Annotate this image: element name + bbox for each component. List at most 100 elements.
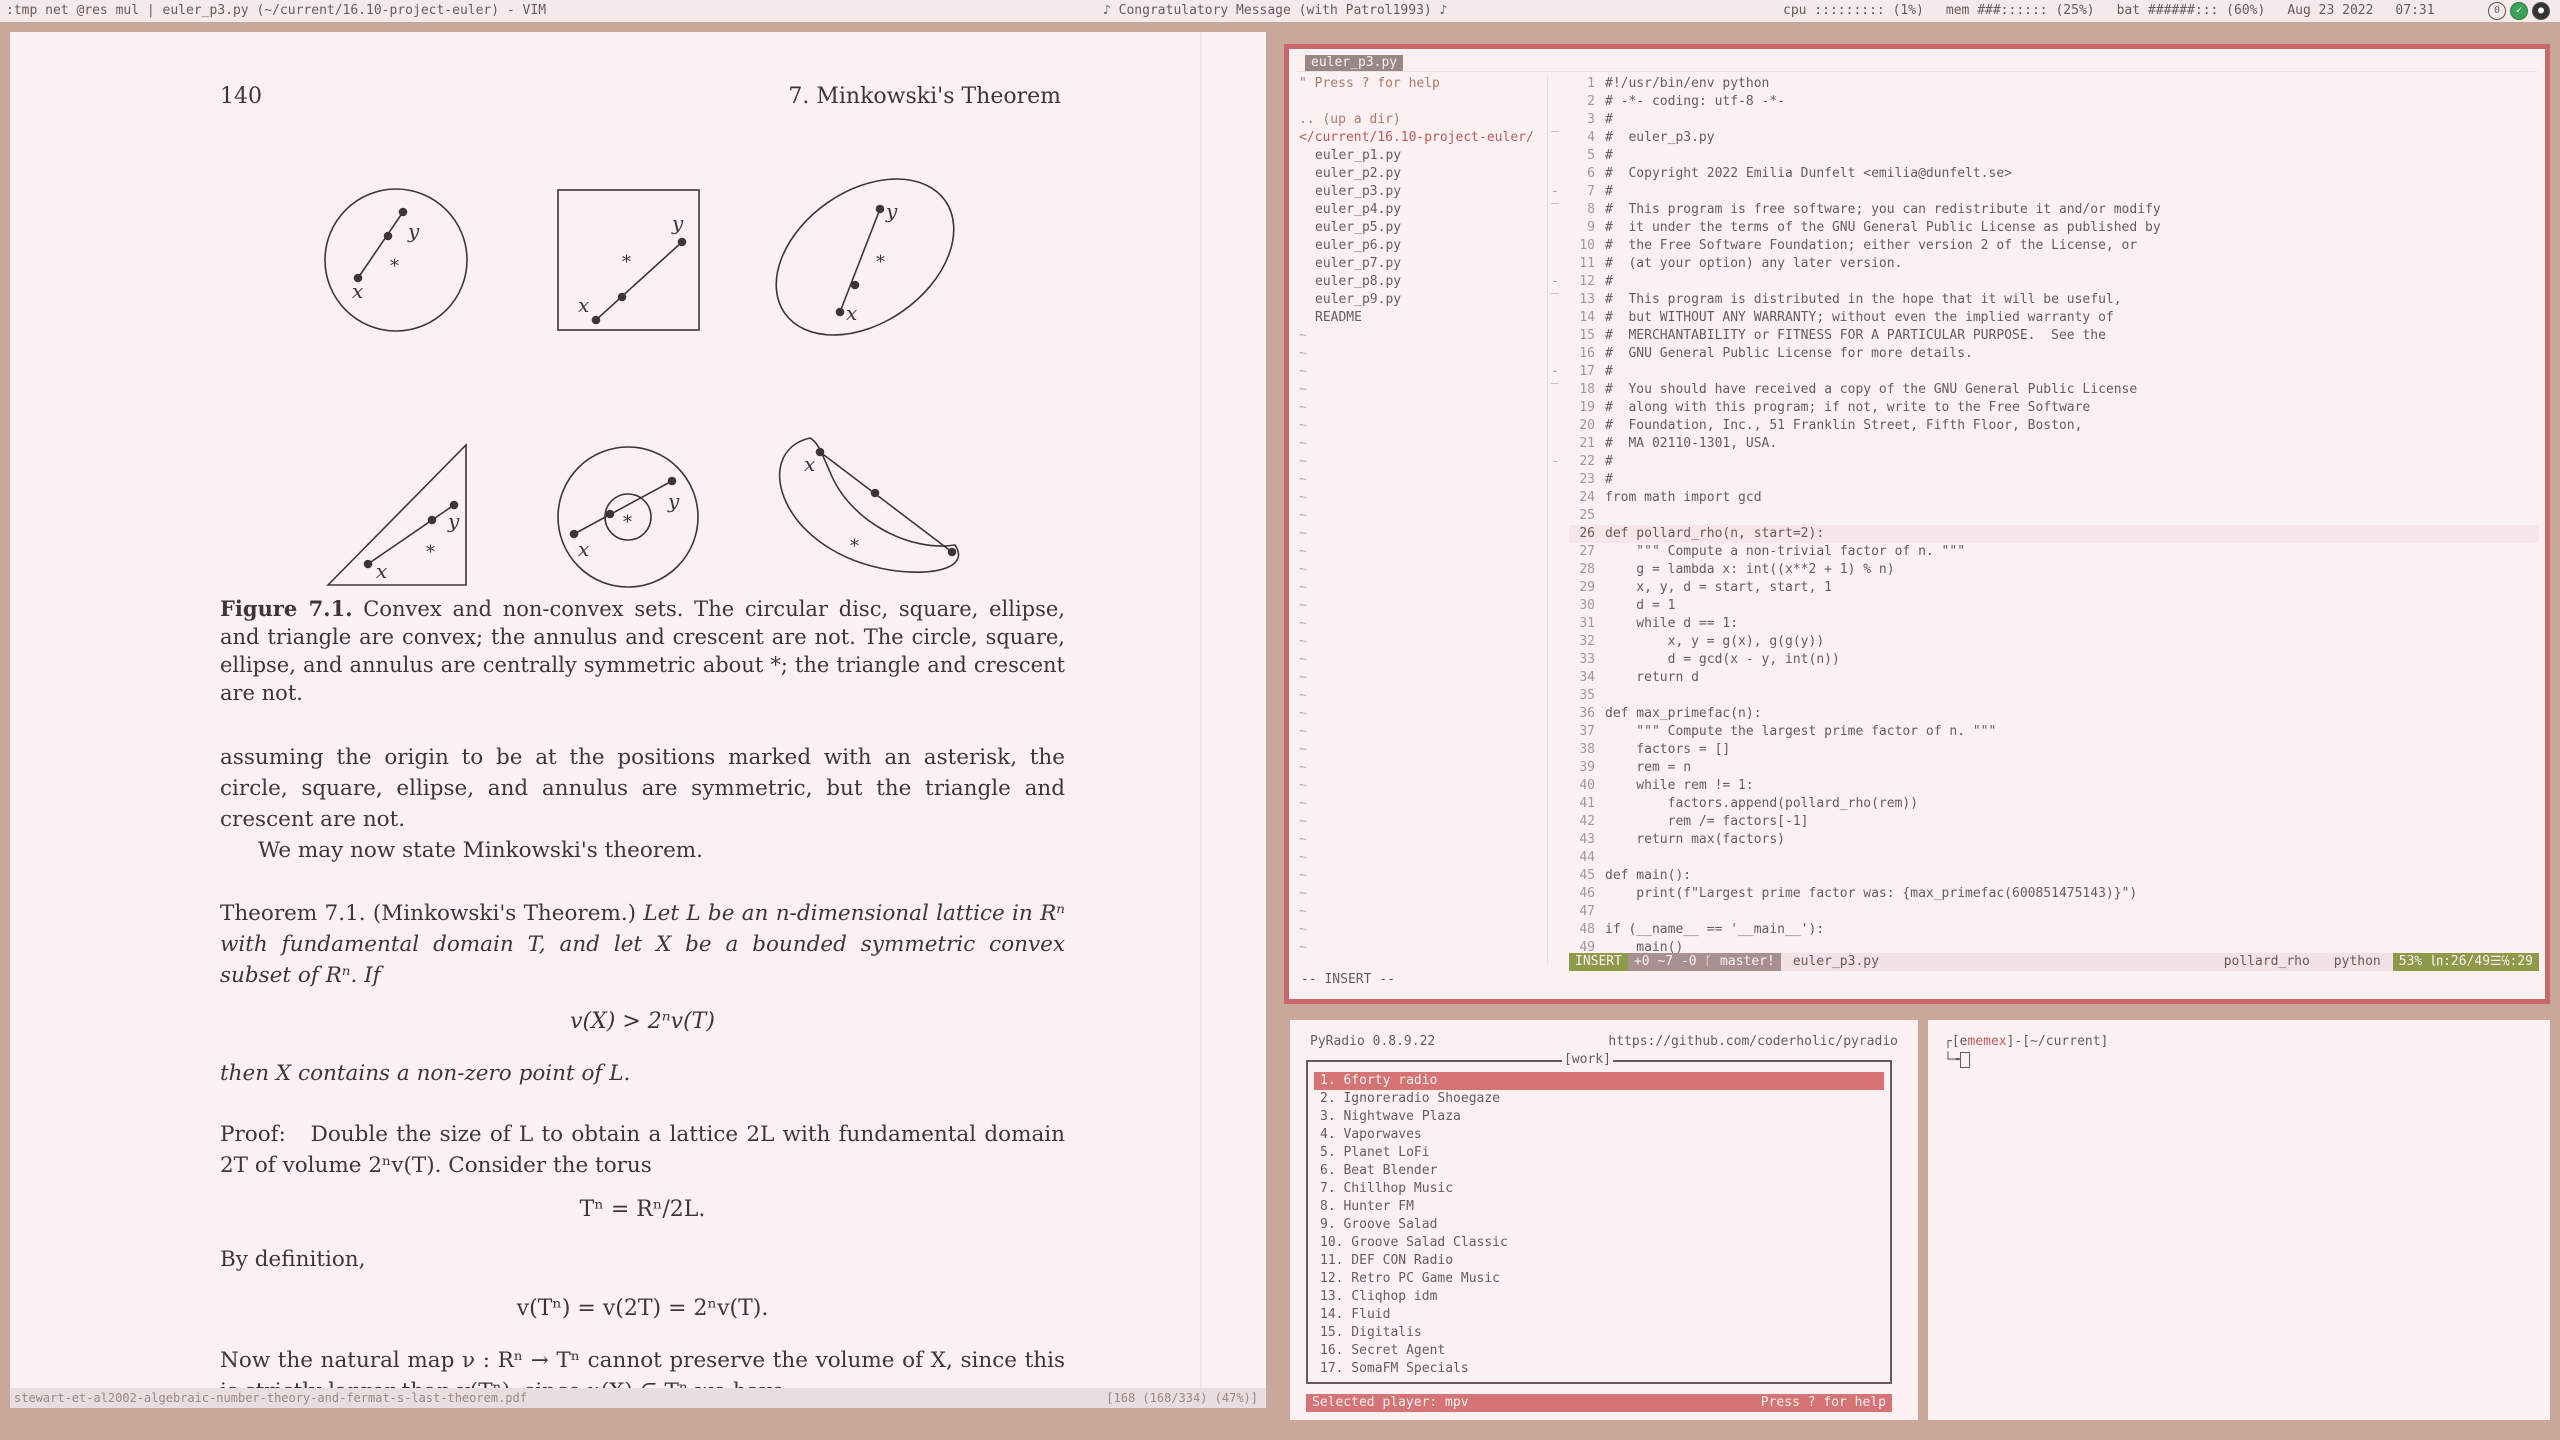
- code-line[interactable]: 37 """ Compute the largest prime factor …: [1569, 723, 2539, 741]
- code-line[interactable]: 4 # euler_p3.py: [1569, 129, 2539, 147]
- station-item[interactable]: 10. Groove Salad Classic: [1314, 1234, 1884, 1252]
- code-line[interactable]: 36 def max_primefac(n):: [1569, 705, 2539, 723]
- code-line[interactable]: 17 #: [1569, 363, 2539, 381]
- code-line[interactable]: 11 # (at your option) any later version.: [1569, 255, 2539, 273]
- shell-input-line[interactable]: └╼: [1944, 1052, 1970, 1068]
- code-line[interactable]: 1 #!/usr/bin/env python: [1569, 75, 2539, 93]
- station-item[interactable]: 16. Secret Agent: [1314, 1342, 1884, 1360]
- code-line[interactable]: 48 if (__name__ == '__main__'):: [1569, 921, 2539, 939]
- line-text: x, y, d = start, start, 1: [1605, 580, 1832, 595]
- tree-file-item[interactable]: euler_p8.py: [1299, 273, 1549, 291]
- code-line[interactable]: 7 #: [1569, 183, 2539, 201]
- code-line[interactable]: 40 while rem != 1:: [1569, 777, 2539, 795]
- code-line[interactable]: 41 factors.append(pollard_rho(rem)): [1569, 795, 2539, 813]
- svg-text:x: x: [804, 452, 815, 476]
- pyradio-window[interactable]: PyRadio 0.8.9.22 https://github.com/code…: [1290, 1020, 1918, 1420]
- code-line[interactable]: 12 #: [1569, 273, 2539, 291]
- tree-file-item[interactable]: euler_p1.py: [1299, 147, 1549, 165]
- code-line[interactable]: 42 rem /= factors[-1]: [1569, 813, 2539, 831]
- code-line[interactable]: 35: [1569, 687, 2539, 705]
- tree-file-item[interactable]: README: [1299, 309, 1549, 327]
- empty-line-marker: ~: [1299, 562, 1307, 577]
- code-line[interactable]: 43 return max(factors): [1569, 831, 2539, 849]
- code-line[interactable]: 46 print(f"Largest prime factor was: {ma…: [1569, 885, 2539, 903]
- code-line[interactable]: 33 d = gcd(x - y, int(n)): [1569, 651, 2539, 669]
- station-item[interactable]: 2. Ignoreradio Shoegaze: [1314, 1090, 1884, 1108]
- station-item[interactable]: 11. DEF CON Radio: [1314, 1252, 1884, 1270]
- code-line[interactable]: 47: [1569, 903, 2539, 921]
- station-item[interactable]: 7. Chillhop Music: [1314, 1180, 1884, 1198]
- station-item[interactable]: 13. Cliqhop idm: [1314, 1288, 1884, 1306]
- code-line[interactable]: 28 g = lambda x: int((x**2 + 1) % n): [1569, 561, 2539, 579]
- code-line[interactable]: 34 return d: [1569, 669, 2539, 687]
- code-line[interactable]: 2 # -*- coding: utf-8 -*-: [1569, 93, 2539, 111]
- code-line[interactable]: 24 from math import gcd: [1569, 489, 2539, 507]
- code-line[interactable]: 29 x, y, d = start, start, 1: [1569, 579, 2539, 597]
- station-item[interactable]: 8. Hunter FM: [1314, 1198, 1884, 1216]
- tree-file-item[interactable]: euler_p4.py: [1299, 201, 1549, 219]
- check-icon[interactable]: ✓: [2510, 2, 2528, 20]
- code-line[interactable]: 18 # You should have received a copy of t…: [1569, 381, 2539, 399]
- circle-icon[interactable]: 0: [2488, 2, 2506, 20]
- code-line[interactable]: 13 # This program is distributed in the h…: [1569, 291, 2539, 309]
- station-item[interactable]: 3. Nightwave Plaza: [1314, 1108, 1884, 1126]
- code-line[interactable]: 38 factors = []: [1569, 741, 2539, 759]
- tab-euler-p3[interactable]: euler_p3.py: [1305, 55, 1404, 71]
- code-line[interactable]: 14 # but WITHOUT ANY WARRANTY; without ev…: [1569, 309, 2539, 327]
- time-display: 07:31: [2395, 3, 2435, 18]
- code-line[interactable]: 15 # MERCHANTABILITY or FITNESS FOR A PAR…: [1569, 327, 2539, 345]
- command-line[interactable]: -- INSERT --: [1301, 971, 1395, 989]
- fold-marker: [1551, 723, 1565, 741]
- tree-file-item[interactable]: euler_p9.py: [1299, 291, 1549, 309]
- code-line[interactable]: 25: [1569, 507, 2539, 525]
- code-line[interactable]: 44: [1569, 849, 2539, 867]
- code-line[interactable]: 19 # along with this program; if not, wri…: [1569, 399, 2539, 417]
- code-line[interactable]: 32 x, y = g(x), g(g(y)): [1569, 633, 2539, 651]
- station-item[interactable]: 17. SomaFM Specials: [1314, 1360, 1884, 1378]
- tree-row[interactable]: " Press ? for help: [1299, 75, 1549, 93]
- code-line[interactable]: 23 #: [1569, 471, 2539, 489]
- station-item[interactable]: 6. Beat Blender: [1314, 1162, 1884, 1180]
- code-line[interactable]: 30 d = 1: [1569, 597, 2539, 615]
- code-line[interactable]: 3 #: [1569, 111, 2539, 129]
- pdf-viewer[interactable]: 140 7. Minkowski's Theorem x y * x y * x…: [10, 32, 1266, 1408]
- line-text: #: [1605, 472, 1613, 487]
- tree-file-item[interactable]: euler_p5.py: [1299, 219, 1549, 237]
- line-number: 2: [1587, 94, 1595, 109]
- svg-text:y: y: [671, 211, 684, 235]
- station-item[interactable]: 5. Planet LoFi: [1314, 1144, 1884, 1162]
- mem-indicator: mem ###:::::: (25%): [1945, 3, 2095, 18]
- tree-file-item[interactable]: euler_p7.py: [1299, 255, 1549, 273]
- station-item[interactable]: 14. Fluid: [1314, 1306, 1884, 1324]
- vim-window[interactable]: euler_p3.py " Press ? for help .. (up a d…: [1284, 44, 2550, 1004]
- code-line[interactable]: 31 while d == 1:: [1569, 615, 2539, 633]
- tree-row[interactable]: .. (up a dir): [1299, 111, 1549, 129]
- tree-row[interactable]: </current/16.10-project-euler/: [1299, 129, 1549, 147]
- station-item[interactable]: 9. Groove Salad: [1314, 1216, 1884, 1234]
- dark-circle-icon[interactable]: ●: [2532, 2, 2550, 20]
- code-line[interactable]: 20 # Foundation, Inc., 51 Franklin Street…: [1569, 417, 2539, 435]
- code-line[interactable]: 26 def pollard_rho(n, start=2):: [1569, 525, 2539, 543]
- code-line[interactable]: 27 """ Compute a non-trivial factor of n…: [1569, 543, 2539, 561]
- code-line[interactable]: 39 rem = n: [1569, 759, 2539, 777]
- code-line[interactable]: 6 # Copyright 2022 Emilia Dunfelt <emilia…: [1569, 165, 2539, 183]
- code-line[interactable]: 45 def main():: [1569, 867, 2539, 885]
- tree-file-item[interactable]: euler_p2.py: [1299, 165, 1549, 183]
- code-line[interactable]: 22 #: [1569, 453, 2539, 471]
- code-line[interactable]: 21 # MA 02110-1301, USA.: [1569, 435, 2539, 453]
- tree-file-item[interactable]: euler_p6.py: [1299, 237, 1549, 255]
- station-list[interactable]: [work] 1. 6forty radio 2. Ignoreradio Sho…: [1306, 1052, 1892, 1384]
- code-line[interactable]: 9 # it under the terms of the GNU General…: [1569, 219, 2539, 237]
- station-item[interactable]: 12. Retro PC Game Music: [1314, 1270, 1884, 1288]
- code-line[interactable]: 5 #: [1569, 147, 2539, 165]
- tree-file-item[interactable]: euler_p3.py: [1299, 183, 1549, 201]
- terminal-window[interactable]: ┌[ememex]-[~/current] └╼: [1928, 1020, 2550, 1420]
- nerdtree-panel[interactable]: " Press ? for help .. (up a dir) </current…: [1299, 75, 1549, 957]
- station-item[interactable]: 15. Digitalis: [1314, 1324, 1884, 1342]
- code-line[interactable]: 8 # This program is free software; you ca…: [1569, 201, 2539, 219]
- station-item[interactable]: 4. Vaporwaves: [1314, 1126, 1884, 1144]
- code-editor[interactable]: 1 #!/usr/bin/env python 2 # -*- coding: utf…: [1569, 75, 2539, 957]
- code-line[interactable]: 16 # GNU General Public License for more …: [1569, 345, 2539, 363]
- station-item-selected[interactable]: 1. 6forty radio: [1314, 1072, 1884, 1090]
- code-line[interactable]: 10 # the Free Software Foundation; either…: [1569, 237, 2539, 255]
